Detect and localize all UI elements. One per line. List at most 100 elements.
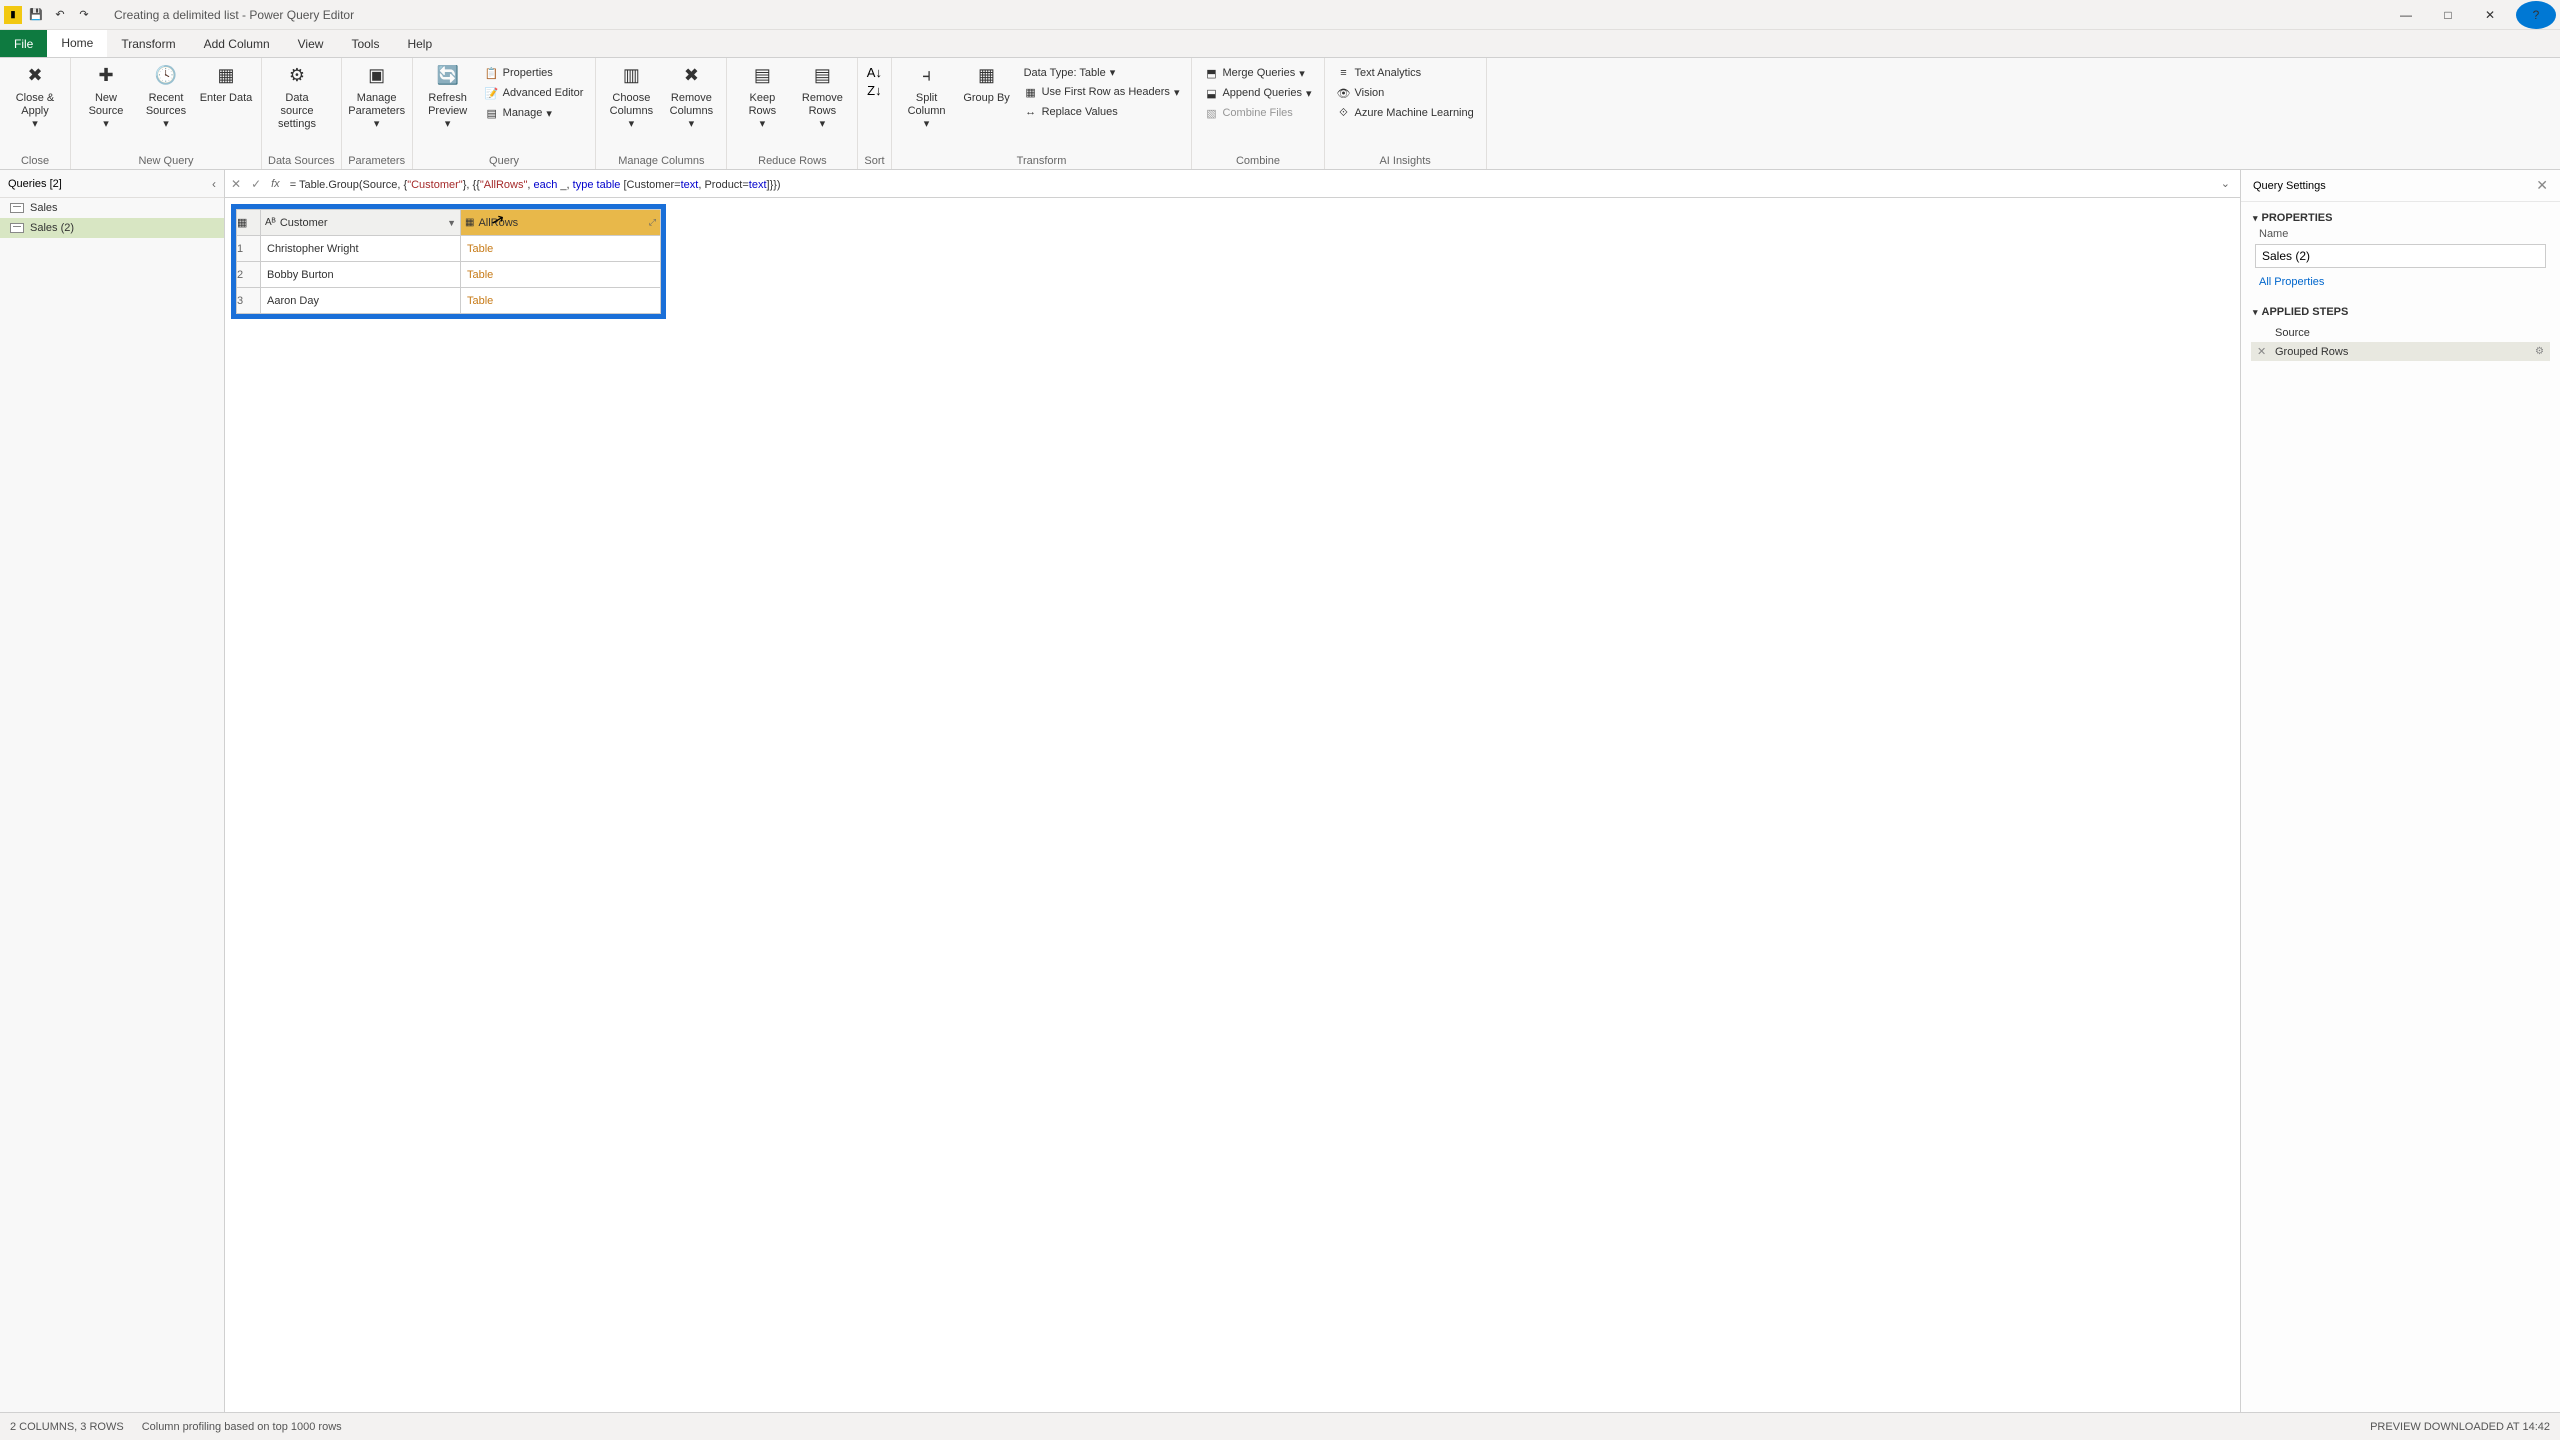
tab-help[interactable]: Help (393, 30, 446, 57)
table-row[interactable]: 1 Christopher Wright Table (237, 236, 661, 262)
headers-icon: ▦ (1024, 85, 1038, 99)
queries-pane: Queries [2] ‹ Sales Sales (2) (0, 170, 225, 1412)
formula-cancel-icon[interactable]: ✕ (231, 177, 241, 191)
save-icon[interactable]: 💾 (26, 5, 46, 25)
quick-access-toolbar: ▮ 💾 ↶ ↷ (4, 5, 94, 25)
step-delete-icon[interactable]: ✕ (2257, 345, 2269, 358)
highlight-box: ▦ AᴮCustomer▼ ▦AllRows⤢ 1 (231, 204, 666, 319)
combine-icon: ▧ (1204, 106, 1218, 120)
choose-columns-button[interactable]: ▥Choose Columns ▾ (602, 60, 660, 146)
advanced-editor-button[interactable]: 📝Advanced Editor (481, 84, 588, 102)
column-header-allrows[interactable]: ▦AllRows⤢ (461, 210, 661, 236)
sort-asc-button[interactable]: A↓ (866, 64, 882, 80)
cell-customer[interactable]: Aaron Day (261, 288, 461, 314)
tab-home[interactable]: Home (47, 30, 107, 57)
tab-add-column[interactable]: Add Column (190, 30, 284, 57)
vision-button[interactable]: 👁Vision (1333, 84, 1478, 102)
properties-button[interactable]: 📋Properties (481, 64, 588, 82)
column-header-customer[interactable]: AᴮCustomer▼ (261, 210, 461, 236)
table-row[interactable]: 3 Aaron Day Table (237, 288, 661, 314)
manage-parameters-button[interactable]: ▣Manage Parameters ▾ (348, 60, 406, 146)
tab-tools[interactable]: Tools (337, 30, 393, 57)
formula-text: , Product= (698, 179, 748, 191)
applied-steps-section: ▾APPLIED STEPS (2241, 296, 2560, 322)
append-icon: ⬓ (1204, 86, 1218, 100)
cell-table-link[interactable]: Table (461, 236, 661, 262)
group-by-button[interactable]: ▦Group By (958, 60, 1016, 146)
cell-customer[interactable]: Christopher Wright (261, 236, 461, 262)
name-label: Name (2241, 228, 2560, 240)
query-item-sales[interactable]: Sales (0, 198, 224, 218)
redo-icon[interactable]: ↷ (74, 5, 94, 25)
settings-header: Query Settings ✕ (2241, 170, 2560, 202)
close-button[interactable]: ✕ (2470, 1, 2510, 29)
keep-rows-button[interactable]: ▤Keep Rows ▾ (733, 60, 791, 146)
window-title: Creating a delimited list - Power Query … (114, 8, 354, 22)
minimize-button[interactable]: — (2386, 1, 2426, 29)
expand-icon[interactable]: ⤢ (649, 217, 656, 228)
chevron-down-icon[interactable]: ▼ (447, 218, 456, 228)
manage-button[interactable]: ▤Manage ▾ (481, 104, 588, 122)
chevron-down-icon[interactable]: ▾ (2253, 307, 2258, 318)
merge-queries-button[interactable]: ⬒Merge Queries ▾ (1200, 64, 1315, 82)
recent-sources-button[interactable]: 🕓Recent Sources ▾ (137, 60, 195, 146)
first-row-headers-button[interactable]: ▦Use First Row as Headers ▾ (1020, 83, 1184, 101)
rownum-header[interactable]: ▦ (237, 210, 261, 236)
step-grouped-rows[interactable]: ✕ Grouped Rows ⚙ (2251, 342, 2550, 361)
split-icon: ⫞ (915, 64, 939, 88)
app-icon: ▮ (4, 6, 22, 24)
group-label-transform: Transform (898, 153, 1186, 169)
query-item-sales2[interactable]: Sales (2) (0, 218, 224, 238)
close-icon[interactable]: ✕ (2536, 177, 2548, 194)
help-icon[interactable]: ? (2516, 1, 2556, 29)
chevron-down-icon[interactable]: ▾ (2253, 213, 2258, 224)
text-analytics-button[interactable]: ≡Text Analytics (1333, 64, 1478, 82)
file-tab[interactable]: File (0, 30, 47, 57)
group-label-close: Close (6, 153, 64, 169)
name-input[interactable] (2255, 244, 2546, 268)
step-label: Grouped Rows (2275, 346, 2348, 358)
formula-commit-icon[interactable]: ✓ (251, 177, 261, 191)
queries-header: Queries [2] ‹ (0, 170, 224, 198)
formula-expand-icon[interactable]: ⌄ (2221, 177, 2230, 190)
tab-transform[interactable]: Transform (107, 30, 189, 57)
formula-input[interactable]: = Table.Group(Source, {"Customer"}, {{"A… (290, 177, 2211, 191)
main-area: Queries [2] ‹ Sales Sales (2) ✕ ✓ fx = T… (0, 170, 2560, 1412)
data-source-settings-button[interactable]: ⚙Data source settings (268, 60, 326, 146)
all-properties-link[interactable]: All Properties (2241, 272, 2560, 296)
split-column-label: Split Column (900, 92, 954, 118)
combine-files-button[interactable]: ▧ Combine Files (1200, 104, 1315, 122)
maximize-button[interactable]: □ (2428, 1, 2468, 29)
cell-customer[interactable]: Bobby Burton (261, 262, 461, 288)
refresh-preview-button[interactable]: 🔄Refresh Preview ▾ (419, 60, 477, 146)
undo-icon[interactable]: ↶ (50, 5, 70, 25)
tab-view[interactable]: View (284, 30, 338, 57)
table-row[interactable]: 2 Bobby Burton Table (237, 262, 661, 288)
step-source[interactable]: Source (2251, 324, 2550, 342)
new-source-button[interactable]: ✚New Source ▾ (77, 60, 135, 146)
group-by-icon: ▦ (975, 64, 999, 88)
data-table: ▦ AᴮCustomer▼ ▦AllRows⤢ 1 (236, 209, 661, 314)
replace-values-button[interactable]: ↔Replace Values (1020, 103, 1184, 121)
remove-rows-button[interactable]: ▤Remove Rows ▾ (793, 60, 851, 146)
formula-text: table (597, 179, 621, 191)
remove-columns-button[interactable]: ✖Remove Columns ▾ (662, 60, 720, 146)
azure-ml-button[interactable]: ⟐Azure Machine Learning (1333, 104, 1478, 122)
append-queries-button[interactable]: ⬓Append Queries ▾ (1200, 84, 1315, 102)
ribbon-group-managecols: ▥Choose Columns ▾ ✖Remove Columns ▾ Mana… (596, 58, 727, 169)
combine-files-label: Combine Files (1222, 107, 1292, 119)
sort-desc-button[interactable]: Z↓ (866, 82, 882, 98)
formula-text: = Table.Group(Source, { (290, 179, 408, 191)
group-label-ai: AI Insights (1331, 153, 1480, 169)
enter-data-label: Enter Data (200, 92, 253, 105)
cell-table-link[interactable]: Table (461, 262, 661, 288)
close-apply-button[interactable]: ✖ Close & Apply ▾ (6, 60, 64, 146)
enter-data-button[interactable]: ▦Enter Data (197, 60, 255, 146)
group-label-newquery: New Query (77, 153, 255, 169)
refresh-icon: 🔄 (436, 64, 460, 88)
cell-table-link[interactable]: Table (461, 288, 661, 314)
collapse-icon[interactable]: ‹ (212, 177, 216, 191)
split-column-button[interactable]: ⫞Split Column ▾ (898, 60, 956, 146)
gear-icon[interactable]: ⚙ (2535, 346, 2544, 357)
data-type-button[interactable]: Data Type: Table ▾ (1020, 64, 1184, 81)
